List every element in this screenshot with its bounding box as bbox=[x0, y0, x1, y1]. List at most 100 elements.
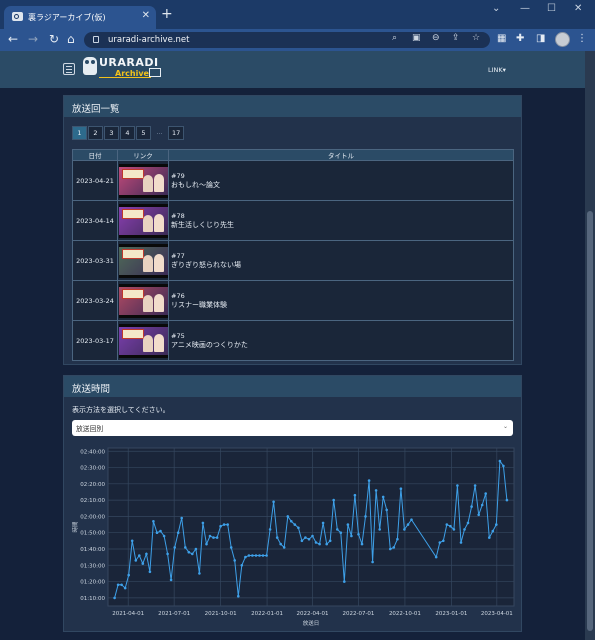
thumbnail-caption bbox=[122, 288, 144, 299]
maximize-button[interactable]: ☐ bbox=[547, 3, 556, 14]
profile-avatar[interactable] bbox=[555, 32, 570, 47]
episode-title[interactable]: おもしれ～論文 bbox=[171, 181, 513, 190]
close-window-button[interactable]: ✕ bbox=[574, 3, 582, 14]
share-icon[interactable]: ⇪ bbox=[452, 33, 460, 43]
x-tick-label: 2022-01-01 bbox=[251, 611, 283, 617]
puzzle-extensions-icon[interactable]: ✚ bbox=[516, 33, 524, 44]
episode-link[interactable] bbox=[117, 200, 169, 241]
data-point bbox=[130, 539, 134, 543]
thumbnail-figure bbox=[143, 294, 153, 312]
new-tab-button[interactable]: + bbox=[161, 6, 173, 22]
table-header-row: 日付 リンク タイトル bbox=[72, 149, 514, 161]
data-point bbox=[222, 523, 226, 526]
page-button-4[interactable]: 4 bbox=[120, 126, 135, 140]
data-point bbox=[275, 536, 279, 539]
data-point bbox=[389, 547, 392, 551]
episode-date: 2023-04-21 bbox=[72, 160, 118, 201]
data-point bbox=[385, 508, 389, 512]
data-point bbox=[484, 492, 488, 495]
bookmark-star-icon[interactable]: ☆ bbox=[472, 33, 480, 43]
home-button[interactable]: ⌂ bbox=[67, 32, 75, 46]
data-point bbox=[346, 523, 350, 526]
data-point bbox=[282, 546, 286, 549]
data-point bbox=[304, 536, 307, 539]
thumbnail-figure bbox=[154, 253, 164, 272]
episode-title[interactable]: ぎりぎり怒られない場 bbox=[171, 261, 513, 270]
data-point bbox=[495, 523, 498, 526]
episode-list-card: 放送回一覧 1 2 3 4 5... 17 日付 リンク タイトル 2023-04-21 #… bbox=[63, 95, 522, 365]
episode-thumbnail[interactable] bbox=[119, 203, 168, 238]
data-point bbox=[247, 554, 251, 557]
episode-link[interactable] bbox=[117, 280, 169, 321]
back-button[interactable]: ← bbox=[8, 32, 18, 46]
tab-close-icon[interactable]: ✕ bbox=[142, 10, 150, 21]
lock-icon bbox=[93, 36, 99, 43]
address-url[interactable]: uraradi-archive.net bbox=[108, 35, 189, 45]
display-mode-select[interactable]: 放送回別 ⌄ bbox=[72, 420, 513, 436]
episode-thumbnail[interactable] bbox=[119, 323, 168, 358]
episode-title-cell: #79 おもしれ～論文 bbox=[168, 160, 514, 201]
extension-icon[interactable]: ▦ bbox=[497, 33, 506, 44]
episode-date: 2023-04-14 bbox=[72, 200, 118, 241]
minimize-button[interactable]: — bbox=[520, 3, 530, 14]
tab-search-icon[interactable]: ⌄ bbox=[492, 3, 500, 14]
data-point bbox=[399, 487, 403, 490]
page-button-5[interactable]: 5 bbox=[136, 126, 151, 140]
data-point bbox=[261, 554, 265, 557]
x-tick-label: 2023-04-01 bbox=[481, 611, 513, 617]
data-point bbox=[445, 523, 449, 526]
translate-icon[interactable]: ▣ bbox=[412, 33, 421, 43]
search-icon[interactable]: ⌕ bbox=[392, 33, 397, 43]
zoom-icon[interactable]: ⊖ bbox=[432, 33, 440, 43]
data-point bbox=[141, 562, 145, 565]
thumbnail-figure bbox=[154, 293, 164, 312]
x-tick-label: 2023-01-01 bbox=[435, 611, 467, 617]
x-tick-label: 2021-10-01 bbox=[205, 611, 237, 617]
browser-tab[interactable]: 裏ラジアーカイブ(仮) ✕ bbox=[4, 6, 156, 29]
forward-button[interactable]: → bbox=[28, 32, 38, 46]
link-dropdown[interactable]: LINK▾ bbox=[488, 66, 506, 74]
table-row: 2023-04-14 #78 新生活しくじり先生 bbox=[72, 200, 514, 241]
data-point bbox=[314, 541, 318, 544]
page-button-2[interactable]: 2 bbox=[88, 126, 103, 140]
reload-button[interactable]: ↻ bbox=[49, 32, 59, 46]
scrollbar-thumb[interactable] bbox=[587, 211, 593, 631]
data-point bbox=[325, 542, 329, 546]
data-point bbox=[470, 505, 473, 508]
menu-toggle-icon[interactable] bbox=[63, 63, 75, 75]
page-button-3[interactable]: 3 bbox=[104, 126, 119, 140]
data-point bbox=[258, 554, 261, 557]
data-point bbox=[442, 539, 445, 543]
episode-thumbnail[interactable] bbox=[119, 243, 168, 278]
page-button-1[interactable]: 1 bbox=[72, 126, 87, 140]
episode-thumbnail[interactable] bbox=[119, 163, 168, 198]
episode-title[interactable]: アニメ映画のつくりかた bbox=[171, 341, 513, 350]
episode-thumbnail[interactable] bbox=[119, 283, 168, 318]
x-tick-label: 2022-10-01 bbox=[389, 611, 421, 617]
thumbnail-caption bbox=[122, 328, 144, 339]
site-logo[interactable]: URARADI Archive bbox=[83, 55, 163, 83]
episode-date: 2023-03-31 bbox=[72, 240, 118, 281]
data-point bbox=[219, 524, 222, 528]
episode-title[interactable]: リスナー職業体験 bbox=[171, 301, 513, 310]
duration-line-chart: 01:10:00 01:20:00 01:30:00 01:40:00 01:50:00… bbox=[71, 447, 515, 627]
episode-title[interactable]: 新生活しくじり先生 bbox=[171, 221, 513, 230]
page-button-17[interactable]: 17 bbox=[168, 126, 185, 140]
thumbnail-figure bbox=[154, 173, 164, 192]
kebab-menu-icon[interactable]: ⋮ bbox=[577, 33, 587, 44]
data-point bbox=[116, 583, 120, 587]
page-scrollbar[interactable] bbox=[585, 51, 595, 640]
data-point bbox=[321, 521, 325, 525]
data-point bbox=[240, 564, 244, 567]
data-point bbox=[293, 523, 297, 526]
data-point bbox=[463, 528, 466, 531]
data-point bbox=[205, 542, 208, 546]
episode-link[interactable] bbox=[117, 240, 169, 281]
side-panel-icon[interactable]: ◨ bbox=[536, 33, 545, 44]
data-point bbox=[350, 534, 353, 538]
episode-link[interactable] bbox=[117, 160, 169, 201]
address-bar[interactable]: uraradi-archive.net ⌕ ▣ ⊖ ⇪ ☆ bbox=[84, 32, 490, 48]
y-tick-label: 02:10:00 bbox=[80, 498, 105, 504]
thumbnail-caption bbox=[122, 208, 144, 219]
episode-link[interactable] bbox=[117, 320, 169, 361]
